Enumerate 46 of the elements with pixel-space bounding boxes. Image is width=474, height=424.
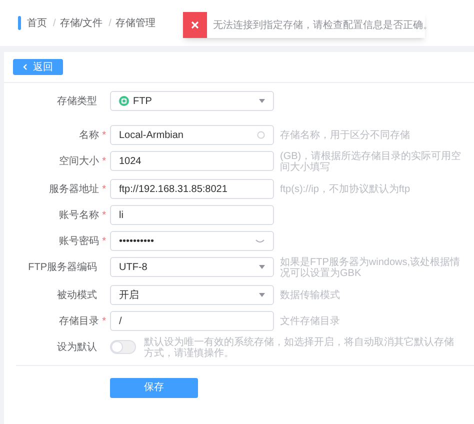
required-mark: * [102, 128, 106, 142]
chevron-left-icon [23, 64, 27, 70]
input-field[interactable]: / [110, 311, 274, 331]
breadcrumb-separator: / [108, 16, 112, 30]
input-field[interactable]: 1024 [110, 151, 274, 171]
field-label: FTP服务器编码 [28, 260, 97, 274]
error-icon [191, 21, 199, 29]
breadcrumb-separator: / [53, 16, 56, 30]
breadcrumb-item[interactable]: 首页 [27, 16, 47, 30]
input-field[interactable]: Local-Armbian [110, 125, 274, 145]
required-mark: * [102, 314, 106, 328]
field-label: 存储类型 [57, 94, 97, 108]
field-hint: 默认设为唯一有效的系统存储，如选择开启，将自动取消其它默认存储方式，请谨慎操作。 [144, 337, 454, 359]
field-label: 账号名称 [59, 208, 100, 222]
field-hint: 存储名称，用于区分不同存储 [280, 128, 411, 142]
field-hint: (GB)，请根据所选存储目录的实际可用空间大小填写 [280, 151, 462, 173]
select-field[interactable]: UTF-8 [110, 257, 274, 277]
input-field[interactable]: ftp://192.168.31.85:8021 [110, 179, 274, 199]
caret-icon [259, 293, 265, 297]
toggle-switch[interactable] [110, 340, 136, 354]
select-field[interactable]: 开启 [110, 285, 274, 305]
field-hint: 数据传输模式 [280, 288, 341, 302]
caret-icon [259, 99, 265, 103]
clear-icon[interactable] [257, 131, 265, 139]
required-mark: * [102, 208, 106, 222]
field-label: 设为默认 [57, 340, 97, 354]
breadcrumb-item[interactable]: 存储/文件 [60, 16, 103, 30]
caret-icon [259, 265, 265, 269]
required-mark: * [102, 154, 106, 168]
required-mark: * [102, 234, 106, 248]
field-hint: 文件存储目录 [280, 314, 341, 328]
select-field[interactable]: FTP [110, 91, 274, 111]
field-label: 空间大小 [59, 154, 100, 168]
field-label: 服务器地址 [49, 182, 100, 196]
field-label: 名称 [79, 128, 100, 142]
password-field[interactable]: •••••••••• [110, 231, 274, 251]
field-hint: 如果是FTP服务器为windows,该处根据情况可以设置为GBK [280, 257, 462, 279]
field-label: 存储目录 [59, 314, 100, 328]
required-mark: * [102, 182, 106, 196]
breadcrumb-item: 存储管理 [115, 16, 156, 30]
eye-closed-icon[interactable] [255, 238, 265, 244]
field-hint: ftp(s)://ip，不加协议默认为ftp [280, 182, 412, 196]
input-field[interactable]: li [110, 205, 274, 225]
field-label: 账号密码 [59, 234, 100, 248]
toast-message: 无法连接到指定存储，请检查配置信息是否正确。 [213, 18, 433, 32]
field-label: 被动模式 [57, 288, 97, 302]
